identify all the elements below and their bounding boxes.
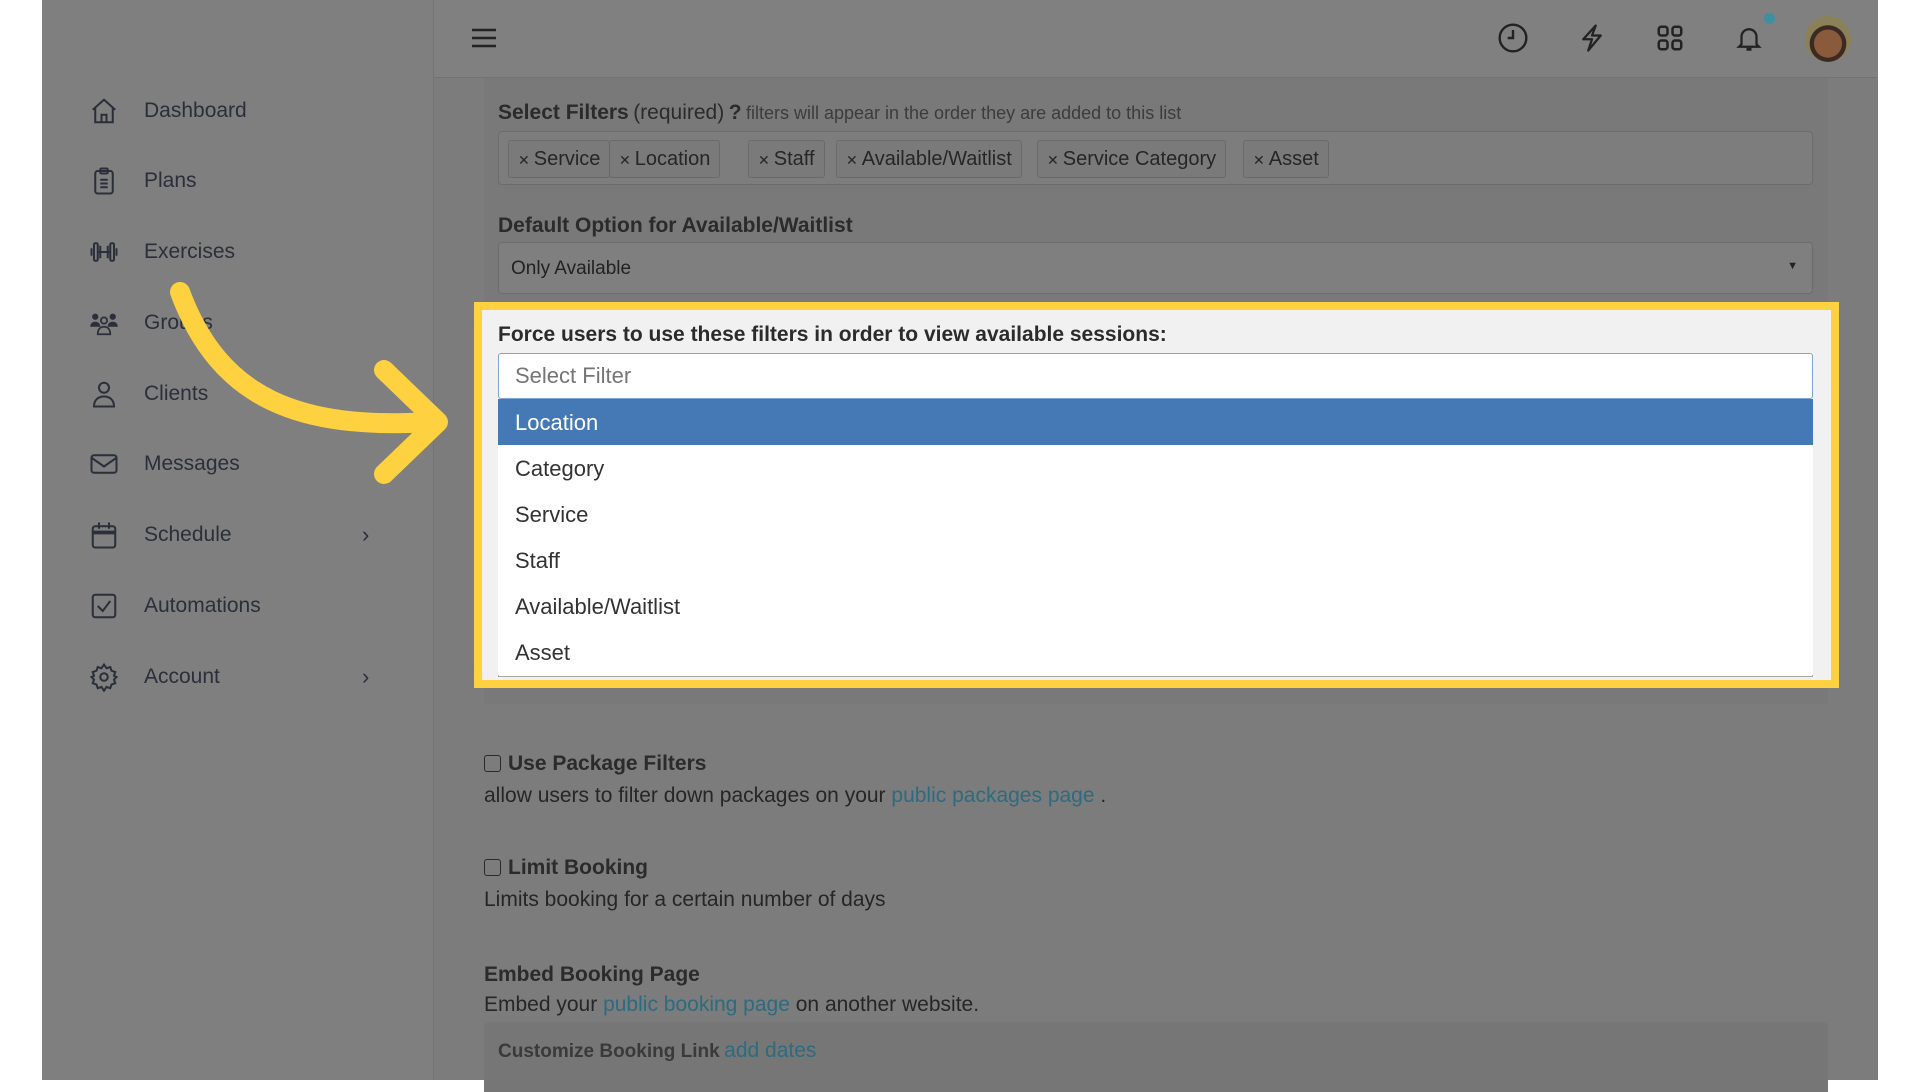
filter-tag[interactable]: ✕ Asset bbox=[1243, 140, 1329, 178]
chevron-right-icon: › bbox=[362, 522, 370, 547]
sidebar-item-exercises[interactable]: Exercises bbox=[42, 227, 434, 277]
sidebar-item-messages[interactable]: Messages bbox=[42, 439, 434, 489]
checkbox-icon bbox=[88, 590, 120, 622]
bell-icon[interactable] bbox=[1731, 20, 1767, 56]
sidebar: Dashboard Plans Exercises Groups Clients… bbox=[42, 0, 434, 1080]
filter-tag[interactable]: ✕ Location bbox=[609, 140, 721, 178]
sidebar-item-groups[interactable]: Groups bbox=[42, 298, 434, 348]
public-packages-link[interactable]: public packages page bbox=[891, 784, 1094, 807]
dropdown-option-staff[interactable]: Staff bbox=[498, 537, 1813, 583]
filters-multiselect[interactable]: ✕ Service ✕ Location ✕ Staff ✕ Available/Wai… bbox=[498, 131, 1813, 185]
sidebar-item-account[interactable]: Account › bbox=[42, 652, 434, 702]
notification-dot bbox=[1764, 13, 1775, 24]
filter-tag[interactable]: ✕ Staff bbox=[748, 140, 825, 178]
select-filters-label: Select Filters (required) ? filters will… bbox=[498, 101, 1182, 124]
use-package-filters-label: Use Package Filters bbox=[508, 752, 707, 775]
filter-tag[interactable]: ✕ Service Category bbox=[1037, 140, 1227, 178]
limit-booking-description: Limits booking for a certain number of d… bbox=[484, 888, 886, 911]
embed-booking-title: Embed Booking Page bbox=[484, 963, 700, 986]
clipboard-icon bbox=[88, 165, 120, 197]
dropdown-option-available-waitlist[interactable]: Available/Waitlist bbox=[498, 583, 1813, 629]
embed-booking-description: Embed your public booking page on anothe… bbox=[484, 993, 980, 1016]
dropdown-option-asset[interactable]: Asset bbox=[498, 629, 1813, 675]
help-icon[interactable]: ? bbox=[729, 101, 742, 124]
remove-icon: ✕ bbox=[1047, 152, 1059, 168]
remove-icon: ✕ bbox=[846, 152, 858, 168]
bolt-icon[interactable] bbox=[1574, 20, 1610, 56]
force-filters-label: Force users to use these filters in orde… bbox=[498, 323, 1167, 346]
remove-icon: ✕ bbox=[758, 152, 770, 168]
caret-down-icon: ▼ bbox=[1787, 260, 1798, 272]
use-package-filters-checkbox[interactable] bbox=[484, 755, 501, 772]
sidebar-item-dashboard[interactable]: Dashboard bbox=[42, 86, 434, 136]
menu-icon[interactable] bbox=[466, 20, 502, 56]
sidebar-item-clients[interactable]: Clients bbox=[42, 369, 434, 419]
clock-icon[interactable] bbox=[1495, 20, 1531, 56]
sidebar-item-automations[interactable]: Automations bbox=[42, 581, 434, 631]
select-filter-input[interactable] bbox=[498, 353, 1813, 399]
top-header bbox=[434, 0, 1878, 78]
filter-tag[interactable]: ✕ Service bbox=[508, 140, 611, 178]
calendar-icon bbox=[88, 519, 120, 551]
filter-tag[interactable]: ✕ Available/Waitlist bbox=[836, 140, 1022, 178]
gear-icon bbox=[88, 661, 120, 693]
package-filters-description: allow users to filter down packages on y… bbox=[484, 784, 1107, 807]
default-option-select[interactable]: Only Available ▼ bbox=[498, 242, 1813, 294]
public-booking-link[interactable]: public booking page bbox=[603, 993, 790, 1016]
dropdown-option-location[interactable]: Location bbox=[498, 399, 1813, 445]
dropdown-option-category[interactable]: Category bbox=[498, 445, 1813, 491]
remove-icon: ✕ bbox=[619, 152, 631, 168]
home-icon bbox=[88, 95, 120, 127]
chevron-right-icon: › bbox=[362, 664, 370, 689]
default-option-label: Default Option for Available/Waitlist bbox=[498, 214, 853, 237]
grid-icon[interactable] bbox=[1652, 20, 1688, 56]
add-dates-link[interactable]: add dates bbox=[724, 1039, 816, 1062]
sidebar-item-schedule[interactable]: Schedule › bbox=[42, 510, 434, 560]
remove-icon: ✕ bbox=[1253, 152, 1265, 168]
user-icon bbox=[88, 378, 120, 410]
sidebar-item-plans[interactable]: Plans bbox=[42, 156, 434, 206]
remove-icon: ✕ bbox=[518, 152, 530, 168]
limit-booking-label: Limit Booking bbox=[508, 856, 648, 879]
dumbbell-icon bbox=[88, 236, 120, 268]
avatar[interactable] bbox=[1805, 16, 1851, 62]
mail-icon bbox=[88, 448, 120, 480]
limit-booking-checkbox[interactable] bbox=[484, 859, 501, 876]
group-icon bbox=[88, 307, 120, 339]
dropdown-option-service[interactable]: Service bbox=[498, 491, 1813, 537]
customize-booking-link: Customize Booking Link add dates bbox=[498, 1039, 817, 1062]
